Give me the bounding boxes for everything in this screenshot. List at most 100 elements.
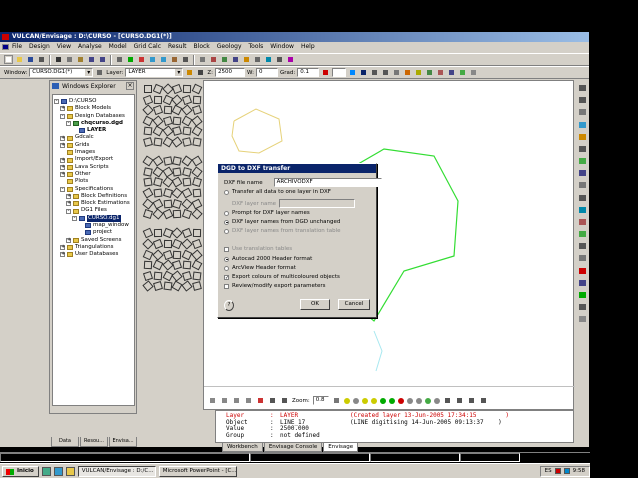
- view-reset-icon[interactable]: [256, 396, 265, 405]
- right-tool-icon[interactable]: [578, 242, 588, 251]
- rotate-icon[interactable]: [181, 55, 190, 64]
- menu-geology[interactable]: Geology: [217, 42, 242, 52]
- quicklaunch-explorer-icon[interactable]: [65, 466, 75, 476]
- palette-tool-icon[interactable]: [192, 260, 200, 268]
- tree-node[interactable]: + Block Estimations: [54, 200, 133, 207]
- tab-workbench[interactable]: Workbench: [222, 443, 263, 452]
- right-tool-icon[interactable]: [578, 84, 588, 93]
- palette-tool-icon[interactable]: [192, 105, 200, 113]
- palette-tool-icon[interactable]: [163, 105, 171, 113]
- language-indicator[interactable]: ES: [545, 467, 552, 476]
- expand-icon[interactable]: +: [60, 245, 65, 251]
- zoom-in-icon[interactable]: [148, 55, 157, 64]
- 3d-view-icon[interactable]: [467, 396, 476, 405]
- expand-icon[interactable]: +: [60, 106, 65, 112]
- radio-unchanged[interactable]: [224, 219, 229, 225]
- expand-icon[interactable]: +: [60, 172, 65, 178]
- palette-tool-icon[interactable]: [182, 177, 190, 185]
- palette-tool-icon[interactable]: [172, 271, 180, 279]
- radio-translation[interactable]: [224, 228, 229, 234]
- menu-file[interactable]: File: [12, 42, 22, 52]
- palette-tool-icon[interactable]: [143, 177, 151, 185]
- menu-design[interactable]: Design: [29, 42, 50, 52]
- palette-tool-icon[interactable]: [192, 137, 200, 145]
- right-tool-icon[interactable]: [578, 133, 588, 142]
- block-icon[interactable]: [242, 55, 251, 64]
- palette-tool-icon[interactable]: [182, 281, 190, 289]
- light-8-icon[interactable]: [406, 397, 413, 404]
- task-powerpoint[interactable]: Microsoft PowerPoint - [C...: [158, 465, 237, 477]
- palette-tool-icon[interactable]: [163, 156, 171, 164]
- tree-node[interactable]: LAYER: [54, 127, 133, 134]
- tree-node[interactable]: + Grids: [54, 142, 133, 149]
- palette-tool-icon[interactable]: [192, 177, 200, 185]
- tab-envisage-console[interactable]: Envisage Console: [263, 443, 323, 452]
- tree-icon[interactable]: [458, 68, 467, 77]
- plan-view-icon[interactable]: [443, 396, 452, 405]
- expand-icon[interactable]: +: [66, 201, 71, 207]
- palette-tool-icon[interactable]: [182, 239, 190, 247]
- tray-network-icon[interactable]: [563, 468, 570, 474]
- palette-tool-icon[interactable]: [163, 271, 171, 279]
- open-folder-icon[interactable]: [15, 55, 24, 64]
- palette-tool-icon[interactable]: [163, 209, 171, 217]
- cancel-button[interactable]: Cancel: [338, 299, 370, 310]
- ok-button[interactable]: OK: [300, 299, 330, 310]
- tree-node[interactable]: - DG1 Files: [54, 207, 133, 214]
- palette-tool-icon[interactable]: [143, 188, 151, 196]
- palette-tool-icon[interactable]: [153, 116, 161, 124]
- palette-tool-icon[interactable]: [163, 167, 171, 175]
- tree-node[interactable]: + Gdcalc: [54, 134, 133, 141]
- grad-input[interactable]: 0.1: [297, 68, 320, 77]
- measure-icon[interactable]: [209, 55, 218, 64]
- radio-prompt[interactable]: [224, 210, 229, 216]
- palette-tool-icon[interactable]: [172, 260, 180, 268]
- palette-tool-icon[interactable]: [182, 250, 190, 258]
- save-disk-icon[interactable]: [26, 55, 35, 64]
- palette-tool-icon[interactable]: [143, 250, 151, 258]
- palette-tool-icon[interactable]: [172, 209, 180, 217]
- undo-icon[interactable]: [87, 55, 96, 64]
- right-tool-icon[interactable]: [578, 145, 588, 154]
- palette-tool-icon[interactable]: [192, 116, 200, 124]
- view-up-icon[interactable]: [232, 396, 241, 405]
- section-view-icon[interactable]: [455, 396, 464, 405]
- envisage-console[interactable]: Layer: LAYER (Created layer 13-Jun-2005 17…: [215, 410, 574, 443]
- palette-tool-icon[interactable]: [163, 250, 171, 258]
- tree-node[interactable]: project: [54, 229, 133, 236]
- digitise-icon[interactable]: [126, 55, 135, 64]
- palette-tool-icon[interactable]: [163, 199, 171, 207]
- expand-icon[interactable]: +: [66, 194, 71, 199]
- palette-tool-icon[interactable]: [153, 260, 161, 268]
- collapse-icon[interactable]: -: [72, 215, 77, 221]
- line-style-input[interactable]: [332, 68, 347, 77]
- cut-icon[interactable]: [54, 55, 63, 64]
- palette-tool-icon[interactable]: [163, 116, 171, 124]
- palette-tool-icon[interactable]: [192, 167, 200, 175]
- layer-colour-icon[interactable]: [185, 68, 194, 77]
- palette-tool-icon[interactable]: [143, 199, 151, 207]
- view-left-icon[interactable]: [208, 396, 217, 405]
- colour-icon[interactable]: [286, 55, 295, 64]
- text-icon[interactable]: [392, 68, 401, 77]
- dxf-layer-name-input[interactable]: [279, 199, 356, 208]
- radio-arcview[interactable]: [224, 265, 229, 271]
- section-icon[interactable]: [253, 55, 262, 64]
- help-button[interactable]: ?: [224, 300, 234, 311]
- palette-tool-icon[interactable]: [163, 260, 171, 268]
- right-tool-icon[interactable]: [578, 267, 588, 276]
- window-options-icon[interactable]: [95, 68, 104, 77]
- export-colours-checkbox[interactable]: ✓: [224, 274, 229, 280]
- palette-tool-icon[interactable]: [163, 281, 171, 289]
- delete-icon[interactable]: [137, 55, 146, 64]
- palette-tool-icon[interactable]: [172, 177, 180, 185]
- palette-tool-icon[interactable]: [172, 281, 180, 289]
- palette-tool-icon[interactable]: [163, 188, 171, 196]
- right-tool-icon[interactable]: [578, 230, 588, 239]
- window-select[interactable]: CURSO.DG1(*): [29, 68, 94, 77]
- palette-tool-icon[interactable]: [153, 105, 161, 113]
- point-icon[interactable]: [381, 68, 390, 77]
- palette-tool-icon[interactable]: [153, 281, 161, 289]
- radio-one-layer[interactable]: [224, 189, 229, 195]
- palette-tool-icon[interactable]: [192, 228, 200, 236]
